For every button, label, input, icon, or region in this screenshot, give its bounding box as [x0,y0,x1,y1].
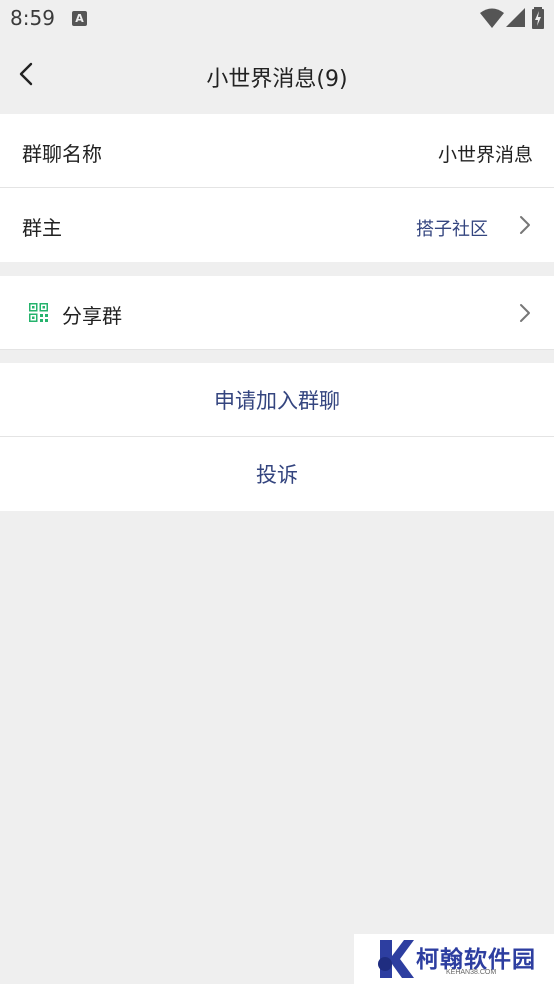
share-group-label: 分享群 [62,304,122,328]
wifi-icon [480,8,504,28]
qr-code-icon [29,303,48,322]
battery-icon [532,7,544,29]
watermark-logo-icon [378,940,414,978]
join-group-button[interactable]: 申请加入群聊 [0,363,554,437]
watermark-subtitle: KEHAN38.COM [446,969,497,976]
actions-section: 申请加入群聊 投诉 [0,363,554,511]
group-owner-value[interactable]: 搭子社区 [416,215,488,241]
group-name-row: 群聊名称 小世界消息 [0,114,554,188]
chevron-right-icon [520,304,530,322]
group-name-label: 群聊名称 [22,142,102,166]
join-group-label: 申请加入群聊 [214,389,340,413]
page-title: 小世界消息(9) [206,67,348,92]
chevron-right-icon [520,216,530,234]
status-time: 8:59 [10,6,55,30]
group-info-section: 群聊名称 小世界消息 群主 搭子社区 [0,114,554,262]
report-button[interactable]: 投诉 [0,437,554,511]
share-section: 分享群 [0,276,554,350]
notification-a-icon: A [72,11,87,26]
group-name-value: 小世界消息 [437,144,533,166]
group-owner-label: 群主 [22,216,62,240]
status-bar: 8:59 A [0,0,554,38]
app-header: 小世界消息(9) [0,38,554,112]
group-owner-row[interactable]: 群主 搭子社区 [0,188,554,262]
signal-icon [506,8,525,27]
report-label: 投诉 [256,463,298,487]
share-group-row[interactable]: 分享群 [0,276,554,350]
site-watermark: 柯翰软件园 KEHAN38.COM [354,934,554,984]
